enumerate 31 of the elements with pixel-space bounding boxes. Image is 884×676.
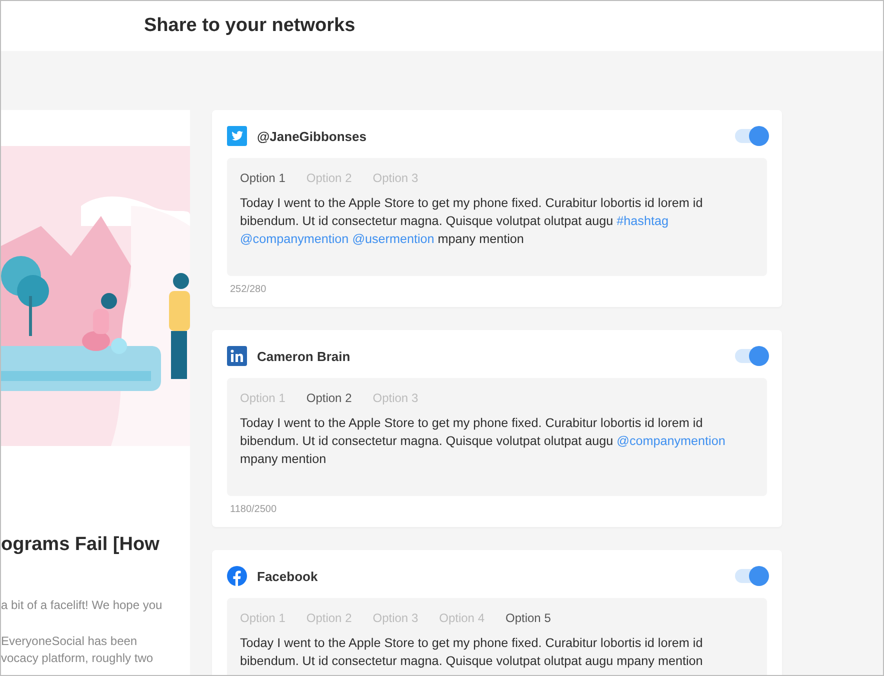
bird-icon [227,126,247,146]
mention-link[interactable]: @companymention [616,434,726,448]
option-tab[interactable]: Option 1 [240,391,286,405]
option-tab[interactable]: Option 3 [372,171,418,185]
option-tab[interactable]: Option 3 [372,391,418,405]
character-count: 252/280 [230,284,268,295]
option-tab[interactable]: Option 1 [240,611,286,625]
mention-link[interactable]: @companymention [240,232,349,246]
option-tab[interactable]: Option 5 [506,611,551,625]
post-text: Today I went to the Apple Store to get my phone fixed. Curabitur lobortis id lorem id bibendum. Ut id consectetur magna. Quisque volutpat olutpat augu #hashtag @companymention @usermention mpany mention [240,195,704,248]
article-title: ograms Fail [How [1,534,160,556]
option-tab[interactable]: Option 1 [240,171,286,185]
post-text: Today I went to the Apple Store to get my phone fixed. Curabitur lobortis id lorem id bibendum. Ut id consectetur magna. Quisque volutpat olutpat augu mpany mention [240,635,704,670]
article-excerpt: a bit of a facelift! We hope you [1,598,164,612]
mention-link[interactable]: #hashtag [616,214,668,228]
facebook-icon [227,566,247,586]
option-tab[interactable]: Option 2 [306,171,352,185]
account-name: Cameron Brain [257,348,352,364]
option-tab[interactable]: Option 3 [372,611,418,625]
option-tab[interactable]: Option 4 [439,611,484,625]
page-title: Share to your networks [144,15,356,37]
account-name: @JaneGibbonses [257,128,368,144]
character-count: 1180/2500 [230,504,278,515]
mention-link[interactable]: @usermention [352,232,434,246]
article-excerpt: vocacy platform, roughly two [1,651,154,665]
post-text: Today I went to the Apple Store to get my phone fixed. Curabitur lobortis id lorem id bibendum. Ut id consectetur magna. Quisque volutpat olutpat augu @companymention mpany mention [240,415,726,468]
article-excerpt: EveryoneSocial has been [1,634,138,648]
linkedin-icon [227,346,247,366]
option-tab[interactable]: Option 2 [306,391,352,405]
account-name: Facebook [257,568,319,584]
option-tab[interactable]: Option 2 [306,611,352,625]
